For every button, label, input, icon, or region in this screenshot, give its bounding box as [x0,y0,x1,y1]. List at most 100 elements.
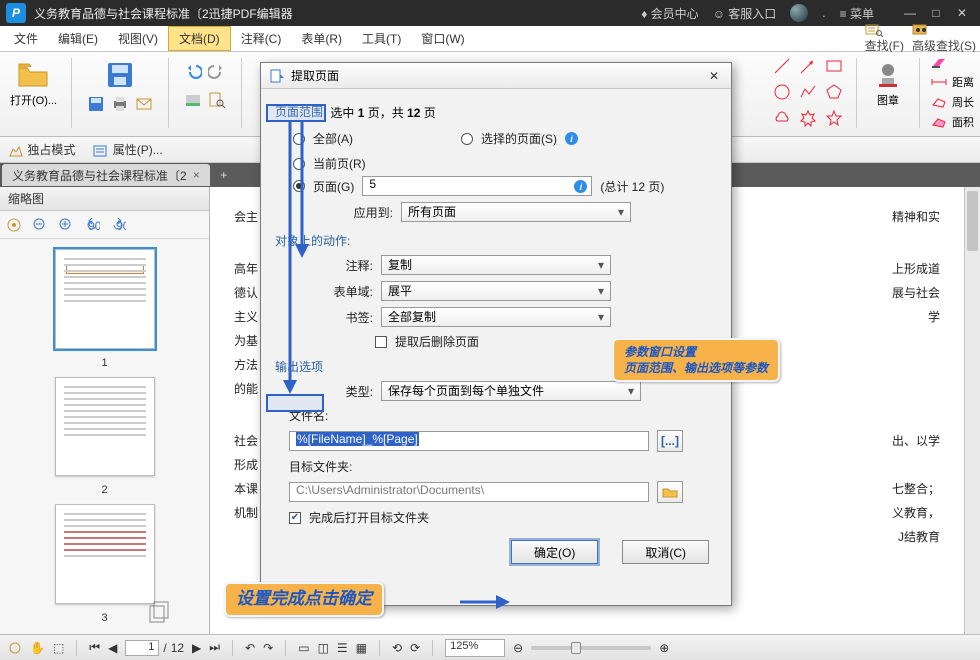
burst-shape-icon[interactable] [798,108,818,128]
undo-icon[interactable] [183,60,203,80]
area-tool[interactable]: 面积 [930,114,974,130]
ok-button[interactable]: 确定(O) [511,540,598,564]
properties-button[interactable]: 属性(P)... [93,141,162,158]
vertical-scrollbar[interactable] [964,187,980,634]
customer-service-link[interactable]: ☺ 客服入口 [713,5,777,22]
open-tool[interactable]: 打开(O)... [6,56,61,110]
member-center-link[interactable]: ♦ 会员中心 [641,5,698,22]
perimeter-tool[interactable]: 周长 [930,94,974,110]
polyline-shape-icon[interactable] [798,82,818,102]
pages-input[interactable]: 5i [362,176,592,196]
page-input[interactable]: 1 [125,640,159,656]
circle-shape-icon[interactable] [772,82,792,102]
cancel-button[interactable]: 取消(C) [622,540,709,564]
thumbnail-1[interactable] [55,249,155,349]
main-menu-button[interactable]: ≡ 菜单 [840,5,874,22]
browse-folder-button[interactable] [657,481,683,503]
arrow-shape-icon[interactable] [798,56,818,76]
sb-select-icon[interactable]: ⬚ [53,641,64,655]
distance-tool[interactable]: 距离 [930,74,974,90]
sb-first-page-icon[interactable]: ⏮ [89,640,100,655]
cloud-shape-icon[interactable] [772,108,792,128]
sb-back-icon[interactable]: ↶ [245,641,255,655]
svg-text:90: 90 [116,219,126,233]
thumb-rotate-cw-icon[interactable]: 90 [110,217,126,233]
polygon-shape-icon[interactable] [824,82,844,102]
thumbnail-2[interactable] [55,377,155,477]
sb-layout3-icon[interactable]: ☰ [337,641,348,655]
highlight-output [266,394,324,412]
sb-layout1-icon[interactable]: ▭ [298,641,309,655]
rect-shape-icon[interactable] [824,56,844,76]
save-as-icon[interactable] [86,94,106,114]
zoom-select[interactable]: 125% [445,639,505,657]
menu-document[interactable]: 文档(D) [168,26,231,51]
thumb-options-icon[interactable] [6,217,22,233]
thumb-zoom-in-icon[interactable] [58,217,74,233]
open-after-checkbox[interactable]: ✔ [289,512,301,524]
line-shape-icon[interactable] [772,56,792,76]
minimize-button[interactable]: — [898,5,922,21]
zoom-slider[interactable] [531,646,651,650]
maximize-button[interactable]: □ [924,5,948,21]
menubar: 文件 编辑(E) 视图(V) 文档(D) 注释(C) 表单(R) 工具(T) 窗… [0,26,980,52]
comment-select[interactable]: 复制 [381,255,611,275]
thumb-zoom-out-icon[interactable] [32,217,48,233]
close-button[interactable]: ✕ [950,5,974,21]
window-title: 义务教育品德与社会课程标准〔2迅捷PDF编辑器 [34,5,641,22]
sb-next-page-icon[interactable]: ▶ [192,641,201,655]
radio-pages[interactable]: 页面(G) 5i (总计 12 页) [293,176,717,196]
thumb-stack-icon[interactable] [148,600,174,626]
search-doc-icon[interactable] [207,90,227,110]
menu-form[interactable]: 表单(R) [291,27,352,50]
sb-layout4-icon[interactable]: ▦ [356,641,367,655]
menu-edit[interactable]: 编辑(E) [48,27,108,50]
avatar-icon[interactable] [790,4,808,22]
form-select[interactable]: 展平 [381,281,611,301]
radio-selected[interactable]: 选择的页面(S)i [461,130,578,147]
dest-folder-input[interactable]: C:\Users\Administrator\Documents\ [289,482,649,502]
statusbar: ✋ ⬚ ⏮ ◀ 1 /12 ▶ ⏭ ↶ ↷ ▭ ◫ ☰ ▦ ⟲ ⟳ 125% ⊖… [0,634,980,660]
sb-prev-page-icon[interactable]: ◀ [108,641,117,655]
star-shape-icon[interactable] [824,108,844,128]
menu-view[interactable]: 视图(V) [108,27,168,50]
document-tab[interactable]: 义务教育品德与社会课程标准〔2 × [2,164,210,186]
sb-options-icon[interactable] [8,641,22,655]
tab-close-icon[interactable]: × [193,168,200,182]
bookmark-select[interactable]: 全部复制 [381,307,611,327]
menu-file[interactable]: 文件 [4,27,48,50]
new-tab-button[interactable]: + [214,165,234,185]
menu-comment[interactable]: 注释(C) [231,27,292,50]
stamp-tool[interactable]: 图章 [867,56,909,130]
sb-last-page-icon[interactable]: ⏭ [209,640,220,655]
sb-rotate-cw-icon[interactable]: ⟳ [410,641,420,655]
sb-rotate-ccw-icon[interactable]: ⟲ [392,641,402,655]
title-dot: . [822,6,825,20]
thumb-rotate-ccw-icon[interactable]: 90 [84,217,100,233]
apply-select[interactable]: 所有页面 [401,202,631,222]
menu-window[interactable]: 窗口(W) [411,27,474,50]
sb-fwd-icon[interactable]: ↷ [263,641,273,655]
print-icon[interactable] [110,94,130,114]
scan-icon[interactable] [183,90,203,110]
exclusive-mode-button[interactable]: 独占模式 [8,141,75,158]
filename-input[interactable]: %[FileName]_%[Page] [289,431,649,451]
info-icon[interactable]: i [565,132,578,145]
sb-layout2-icon[interactable]: ◫ [318,641,329,655]
radio-current[interactable]: 当前页(R) [293,155,717,172]
thumbnail-3[interactable] [55,504,155,604]
type-select[interactable]: 保存每个页面到每个单独文件 [381,381,641,401]
zoom-out-button[interactable]: ⊖ [513,641,523,655]
zoom-in-button[interactable]: ⊕ [659,641,669,655]
pattern-button[interactable]: [...] [657,430,683,452]
sb-hand-icon[interactable]: ✋ [30,641,45,655]
dialog-close-button[interactable]: ✕ [705,67,723,85]
email-icon[interactable] [134,94,154,114]
delete-after-checkbox[interactable] [375,336,387,348]
eraser-tool[interactable] [930,56,974,70]
save-icon[interactable] [103,58,137,92]
menu-tools[interactable]: 工具(T) [352,27,411,50]
search-button[interactable]: 查找(F) [865,23,904,54]
redo-icon[interactable] [207,60,227,80]
adv-search-button[interactable]: 高级查找(S) [912,23,976,54]
